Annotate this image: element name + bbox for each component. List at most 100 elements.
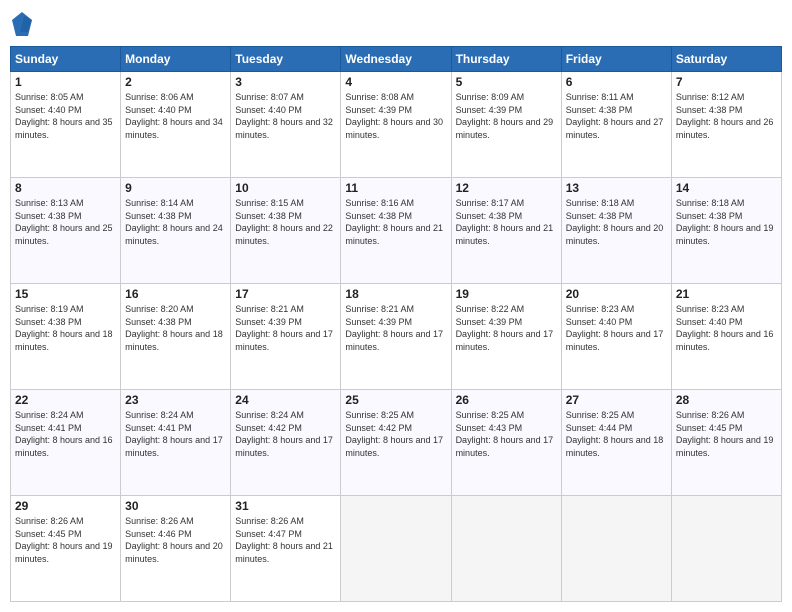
logo-icon — [10, 10, 34, 38]
day-info: Sunrise: 8:22 AMSunset: 4:39 PMDaylight:… — [456, 303, 557, 353]
day-number: 8 — [15, 181, 116, 195]
calendar-cell: 24 Sunrise: 8:24 AMSunset: 4:42 PMDayligh… — [231, 390, 341, 496]
day-number: 13 — [566, 181, 667, 195]
calendar-cell: 9 Sunrise: 8:14 AMSunset: 4:38 PMDaylight… — [121, 178, 231, 284]
day-number: 30 — [125, 499, 226, 513]
calendar-cell: 15 Sunrise: 8:19 AMSunset: 4:38 PMDayligh… — [11, 284, 121, 390]
week-row-4: 22 Sunrise: 8:24 AMSunset: 4:41 PMDayligh… — [11, 390, 782, 496]
calendar-cell: 5Sunrise: 8:09 AMSunset: 4:39 PMDaylight… — [451, 72, 561, 178]
day-info: Sunrise: 8:08 AMSunset: 4:39 PMDaylight:… — [345, 91, 446, 141]
calendar-cell: 16Sunrise: 8:20 AMSunset: 4:38 PMDayligh… — [121, 284, 231, 390]
calendar-cell: 8 Sunrise: 8:13 AMSunset: 4:38 PMDaylight… — [11, 178, 121, 284]
day-header-monday: Monday — [121, 47, 231, 72]
header — [10, 10, 782, 38]
day-info: Sunrise: 8:23 AMSunset: 4:40 PMDaylight:… — [676, 303, 777, 353]
day-number: 7 — [676, 75, 777, 89]
day-number: 20 — [566, 287, 667, 301]
calendar-cell — [561, 496, 671, 602]
calendar-cell: 21 Sunrise: 8:23 AMSunset: 4:40 PMDayligh… — [671, 284, 781, 390]
day-info: Sunrise: 8:18 AMSunset: 4:38 PMDaylight:… — [676, 197, 777, 247]
calendar-page: SundayMondayTuesdayWednesdayThursdayFrid… — [0, 0, 792, 612]
day-info: Sunrise: 8:26 AMSunset: 4:47 PMDaylight:… — [235, 515, 336, 565]
day-info: Sunrise: 8:15 AMSunset: 4:38 PMDaylight:… — [235, 197, 336, 247]
calendar-cell: 6 Sunrise: 8:11 AMSunset: 4:38 PMDaylight… — [561, 72, 671, 178]
day-info: Sunrise: 8:20 AMSunset: 4:38 PMDaylight:… — [125, 303, 226, 353]
calendar-cell: 27Sunrise: 8:25 AMSunset: 4:44 PMDayligh… — [561, 390, 671, 496]
calendar-cell: 23Sunrise: 8:24 AMSunset: 4:41 PMDayligh… — [121, 390, 231, 496]
day-info: Sunrise: 8:25 AMSunset: 4:44 PMDaylight:… — [566, 409, 667, 459]
calendar-cell: 19 Sunrise: 8:22 AMSunset: 4:39 PMDayligh… — [451, 284, 561, 390]
calendar-cell: 10 Sunrise: 8:15 AMSunset: 4:38 PMDayligh… — [231, 178, 341, 284]
calendar-cell: 4 Sunrise: 8:08 AMSunset: 4:39 PMDaylight… — [341, 72, 451, 178]
day-number: 11 — [345, 181, 446, 195]
day-info: Sunrise: 8:18 AMSunset: 4:38 PMDaylight:… — [566, 197, 667, 247]
calendar-cell — [671, 496, 781, 602]
calendar-cell — [451, 496, 561, 602]
calendar-cell: 14 Sunrise: 8:18 AMSunset: 4:38 PMDayligh… — [671, 178, 781, 284]
day-info: Sunrise: 8:24 AMSunset: 4:42 PMDaylight:… — [235, 409, 336, 459]
calendar-cell: 31 Sunrise: 8:26 AMSunset: 4:47 PMDayligh… — [231, 496, 341, 602]
week-row-5: 29Sunrise: 8:26 AMSunset: 4:45 PMDayligh… — [11, 496, 782, 602]
day-number: 9 — [125, 181, 226, 195]
day-info: Sunrise: 8:24 AMSunset: 4:41 PMDaylight:… — [15, 409, 116, 459]
day-info: Sunrise: 8:14 AMSunset: 4:38 PMDaylight:… — [125, 197, 226, 247]
day-info: Sunrise: 8:11 AMSunset: 4:38 PMDaylight:… — [566, 91, 667, 141]
calendar-cell: 11Sunrise: 8:16 AMSunset: 4:38 PMDayligh… — [341, 178, 451, 284]
day-number: 22 — [15, 393, 116, 407]
day-number: 5 — [456, 75, 557, 89]
day-info: Sunrise: 8:21 AMSunset: 4:39 PMDaylight:… — [235, 303, 336, 353]
day-number: 31 — [235, 499, 336, 513]
week-row-1: 1Sunrise: 8:05 AMSunset: 4:40 PMDaylight… — [11, 72, 782, 178]
day-info: Sunrise: 8:12 AMSunset: 4:38 PMDaylight:… — [676, 91, 777, 141]
day-number: 19 — [456, 287, 557, 301]
day-number: 12 — [456, 181, 557, 195]
calendar-cell: 17 Sunrise: 8:21 AMSunset: 4:39 PMDayligh… — [231, 284, 341, 390]
day-info: Sunrise: 8:25 AMSunset: 4:42 PMDaylight:… — [345, 409, 446, 459]
day-number: 26 — [456, 393, 557, 407]
day-info: Sunrise: 8:19 AMSunset: 4:38 PMDaylight:… — [15, 303, 116, 353]
calendar-cell: 30 Sunrise: 8:26 AMSunset: 4:46 PMDayligh… — [121, 496, 231, 602]
day-info: Sunrise: 8:26 AMSunset: 4:46 PMDaylight:… — [125, 515, 226, 565]
day-info: Sunrise: 8:24 AMSunset: 4:41 PMDaylight:… — [125, 409, 226, 459]
day-number: 17 — [235, 287, 336, 301]
week-row-3: 15 Sunrise: 8:19 AMSunset: 4:38 PMDayligh… — [11, 284, 782, 390]
day-number: 6 — [566, 75, 667, 89]
day-info: Sunrise: 8:26 AMSunset: 4:45 PMDaylight:… — [676, 409, 777, 459]
calendar-cell: 2Sunrise: 8:06 AMSunset: 4:40 PMDaylight… — [121, 72, 231, 178]
calendar-cell: 20 Sunrise: 8:23 AMSunset: 4:40 PMDayligh… — [561, 284, 671, 390]
days-of-week-row: SundayMondayTuesdayWednesdayThursdayFrid… — [11, 47, 782, 72]
day-info: Sunrise: 8:21 AMSunset: 4:39 PMDaylight:… — [345, 303, 446, 353]
day-header-sunday: Sunday — [11, 47, 121, 72]
calendar-cell: 25 Sunrise: 8:25 AMSunset: 4:42 PMDayligh… — [341, 390, 451, 496]
logo — [10, 10, 38, 38]
day-info: Sunrise: 8:23 AMSunset: 4:40 PMDaylight:… — [566, 303, 667, 353]
day-number: 15 — [15, 287, 116, 301]
calendar-cell — [341, 496, 451, 602]
day-info: Sunrise: 8:06 AMSunset: 4:40 PMDaylight:… — [125, 91, 226, 141]
day-number: 14 — [676, 181, 777, 195]
day-header-saturday: Saturday — [671, 47, 781, 72]
calendar-cell: 13 Sunrise: 8:18 AMSunset: 4:38 PMDayligh… — [561, 178, 671, 284]
day-info: Sunrise: 8:05 AMSunset: 4:40 PMDaylight:… — [15, 91, 116, 141]
day-number: 21 — [676, 287, 777, 301]
day-number: 28 — [676, 393, 777, 407]
calendar-cell: 29Sunrise: 8:26 AMSunset: 4:45 PMDayligh… — [11, 496, 121, 602]
day-header-wednesday: Wednesday — [341, 47, 451, 72]
calendar-cell: 26 Sunrise: 8:25 AMSunset: 4:43 PMDayligh… — [451, 390, 561, 496]
day-number: 18 — [345, 287, 446, 301]
day-number: 4 — [345, 75, 446, 89]
calendar-cell: 1Sunrise: 8:05 AMSunset: 4:40 PMDaylight… — [11, 72, 121, 178]
day-info: Sunrise: 8:07 AMSunset: 4:40 PMDaylight:… — [235, 91, 336, 141]
day-number: 10 — [235, 181, 336, 195]
day-info: Sunrise: 8:13 AMSunset: 4:38 PMDaylight:… — [15, 197, 116, 247]
calendar-body: 1Sunrise: 8:05 AMSunset: 4:40 PMDaylight… — [11, 72, 782, 602]
calendar-cell: 22 Sunrise: 8:24 AMSunset: 4:41 PMDayligh… — [11, 390, 121, 496]
day-number: 29 — [15, 499, 116, 513]
day-header-tuesday: Tuesday — [231, 47, 341, 72]
day-number: 3 — [235, 75, 336, 89]
day-header-thursday: Thursday — [451, 47, 561, 72]
day-info: Sunrise: 8:25 AMSunset: 4:43 PMDaylight:… — [456, 409, 557, 459]
day-number: 24 — [235, 393, 336, 407]
day-number: 25 — [345, 393, 446, 407]
calendar-cell: 28 Sunrise: 8:26 AMSunset: 4:45 PMDayligh… — [671, 390, 781, 496]
